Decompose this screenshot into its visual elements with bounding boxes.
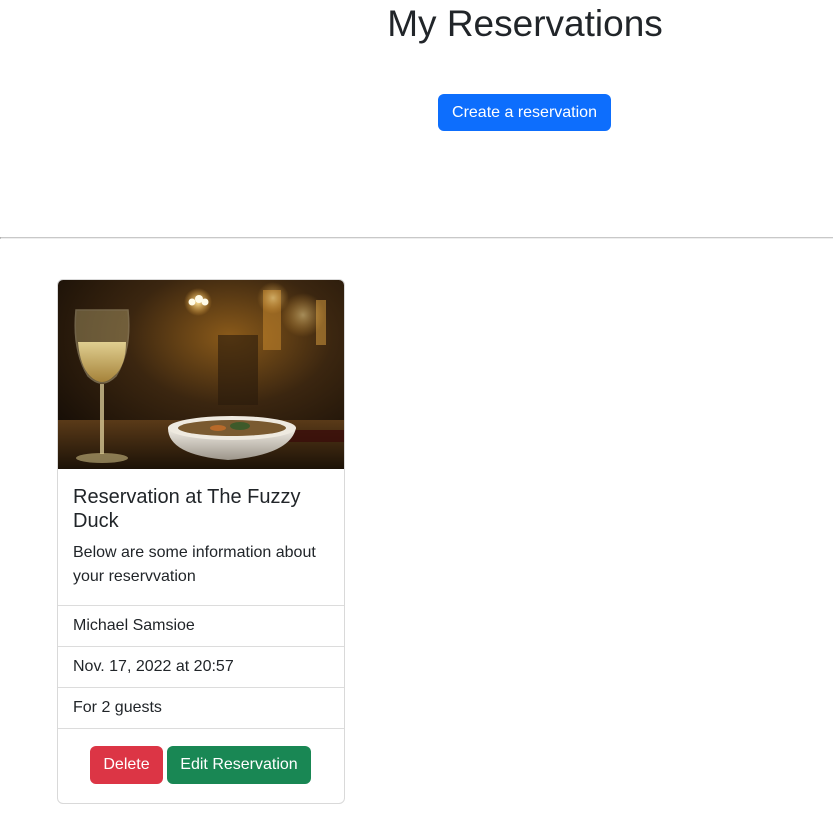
create-reservation-button[interactable]: Create a reservation [438, 94, 611, 131]
reservation-guests: For 2 guests [58, 687, 344, 728]
reservation-description: Below are some information about your re… [73, 544, 316, 585]
edit-reservation-button[interactable]: Edit Reservation [167, 746, 311, 784]
page-title: My Reservations [387, 3, 663, 44]
delete-button[interactable]: Delete [90, 746, 163, 784]
card-footer: Delete Edit Reservation [58, 728, 344, 803]
reservation-name: Michael Samsioe [58, 605, 344, 646]
reservation-datetime: Nov. 17, 2022 at 20:57 [58, 646, 344, 687]
restaurant-image [58, 280, 344, 469]
section-divider [0, 237, 833, 239]
reservation-title: Reservation at The Fuzzy Duck [73, 486, 301, 532]
reservation-card: Reservation at The Fuzzy Duck Below are … [57, 279, 345, 804]
